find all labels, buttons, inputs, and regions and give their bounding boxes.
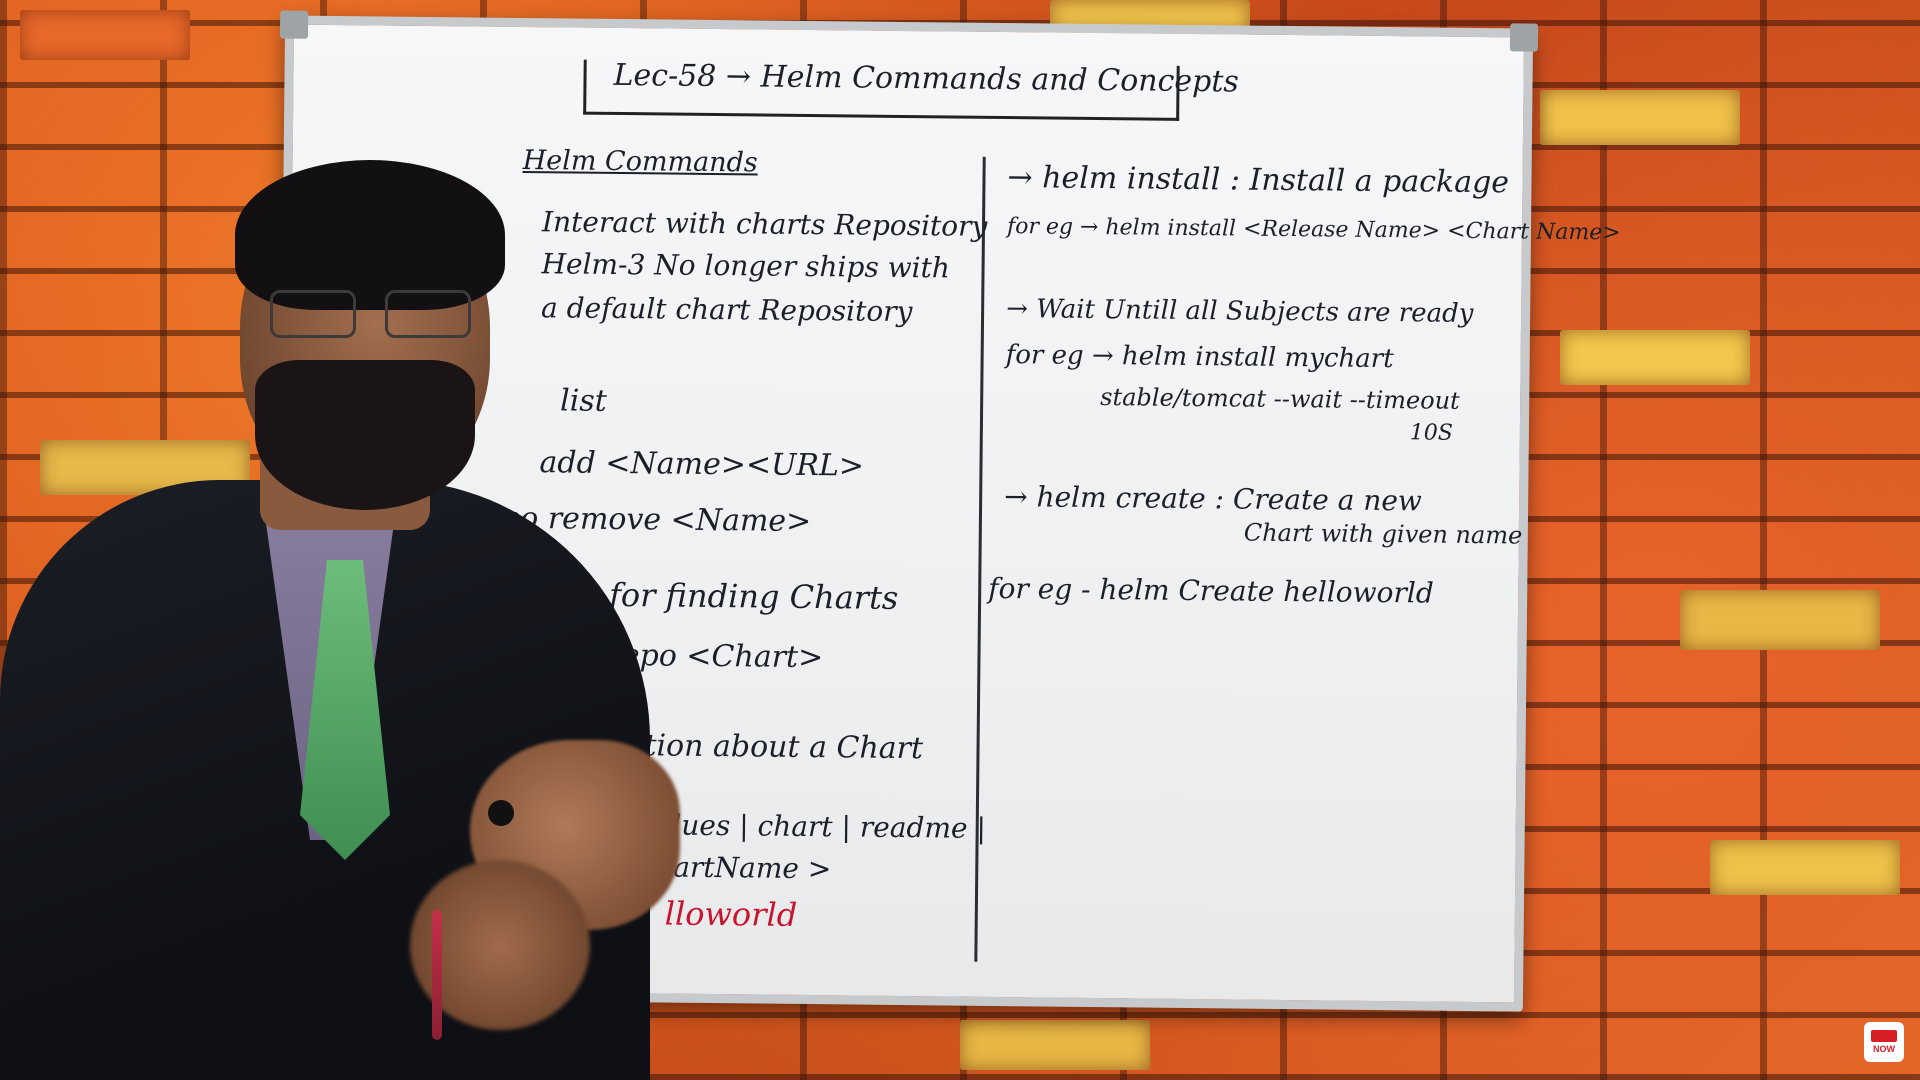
brick — [1710, 840, 1900, 895]
subscribe-badge-top — [1871, 1030, 1897, 1042]
presenter — [0, 150, 760, 1080]
board-corner — [279, 10, 309, 39]
right-line: for eg → helm install <Release Name> <Ch… — [1006, 214, 1621, 246]
board-corner — [1509, 23, 1539, 52]
right-line: for eg → helm install mychart — [1005, 340, 1394, 375]
presenter-hair — [235, 160, 505, 310]
brick — [20, 10, 190, 60]
right-line: Chart with given name — [1243, 518, 1523, 550]
board-title: Lec-58 → Helm Commands and Concepts — [613, 57, 1239, 100]
lapel-mic — [488, 800, 514, 826]
brick — [1560, 330, 1750, 385]
subscribe-badge[interactable]: NOW — [1864, 1022, 1904, 1062]
presenter-bracelet — [432, 910, 442, 1040]
right-line: stable/tomcat --wait --timeout — [1100, 383, 1460, 415]
right-line: → helm create : Create a new — [1004, 480, 1423, 518]
presenter-beard — [255, 360, 475, 510]
right-line: → Wait Untill all Subjects are ready — [1005, 294, 1474, 329]
right-line: for eg - helm Create helloworld — [988, 571, 1434, 610]
brick — [960, 1020, 1150, 1070]
subscribe-badge-label: NOW — [1873, 1044, 1895, 1054]
right-line: → helm install : Install a package — [1007, 160, 1510, 201]
video-frame: Lec-58 → Helm Commands and Concepts Helm… — [0, 0, 1920, 1080]
right-line: 10S — [1409, 420, 1454, 446]
brick — [1680, 590, 1880, 650]
brick — [1540, 90, 1740, 145]
presenter-glasses — [270, 290, 471, 338]
